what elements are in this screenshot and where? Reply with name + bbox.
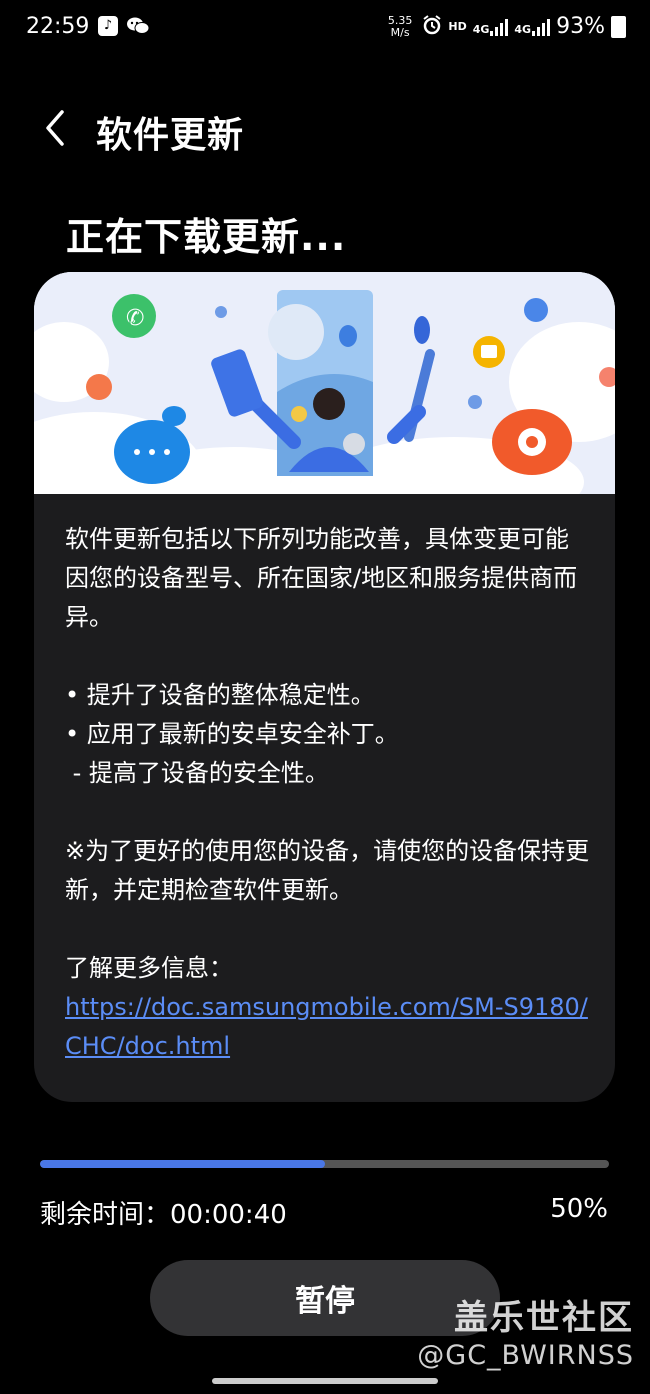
signal-icon-2: [532, 18, 551, 36]
update-info-card: ✆ 软件更新包括以下所列功能改善，具体变更可能因您的设备型号、所在国家/地区和服…: [34, 272, 615, 1102]
update-illustration: ✆: [34, 272, 615, 494]
battery-percent: 93%: [556, 14, 605, 39]
status-time: 22:59: [26, 14, 90, 39]
notification-icons: ♪: [98, 16, 150, 40]
speed-value: 5.35: [387, 13, 413, 27]
progress-percent: 50%: [550, 1194, 608, 1224]
svg-text:✆: ✆: [126, 306, 144, 331]
release-notes: 软件更新包括以下所列功能改善，具体变更可能因您的设备型号、所在国家/地区和服务提…: [65, 520, 590, 1066]
status-right: 5.35 M/s HD 4G 4G 93%: [388, 14, 626, 39]
speed-unit: M/s: [390, 25, 410, 39]
network-type-2: 4G: [514, 22, 532, 36]
watermark-title: 盖乐世社区: [454, 1298, 634, 1338]
network-speed: 5.35 M/s: [387, 13, 413, 39]
status-bar: 22:59 ♪ 5.35 M/s HD 4G 4G 93%: [0, 0, 650, 58]
release-bullet: • 提升了设备的整体稳定性。: [65, 681, 375, 709]
app-header: 软件更新: [0, 100, 650, 160]
release-intro: 软件更新包括以下所列功能改善，具体变更可能因您的设备型号、所在国家/地区和服务提…: [65, 525, 578, 631]
release-bullet: • 应用了最新的安卓安全补丁。: [65, 720, 399, 748]
download-progress-bar: [40, 1160, 609, 1168]
chevron-left-icon: [46, 110, 64, 146]
release-note: ※为了更好的使用您的设备，请使您的设备保持更新，并定期检查软件更新。: [65, 837, 590, 904]
network-type-1: 4G: [472, 22, 490, 36]
watermark-handle: @GC_BWIRNSS: [417, 1340, 634, 1371]
battery-icon: [611, 15, 626, 38]
back-button[interactable]: [38, 104, 78, 152]
release-sub-bullet: - 提高了设备的安全性。: [65, 759, 329, 787]
alarm-icon: [422, 14, 442, 39]
page-title: 软件更新: [96, 115, 245, 156]
more-info-link[interactable]: https://doc.samsungmobile.com/SM-S9180/C…: [65, 993, 588, 1060]
home-indicator[interactable]: [212, 1378, 438, 1384]
time-remaining: 剩余时间：00:00:40: [40, 1200, 287, 1230]
music-app-icon: ♪: [98, 16, 118, 36]
download-progress-fill: [40, 1160, 325, 1168]
pause-button[interactable]: 暂停: [150, 1260, 500, 1336]
wechat-icon: [126, 16, 150, 40]
hd-indicator: HD: [448, 20, 467, 33]
signal-icon-1: [490, 18, 509, 36]
download-status-title: 正在下载更新...: [66, 215, 347, 259]
more-info-label: 了解更多信息：: [65, 954, 233, 982]
